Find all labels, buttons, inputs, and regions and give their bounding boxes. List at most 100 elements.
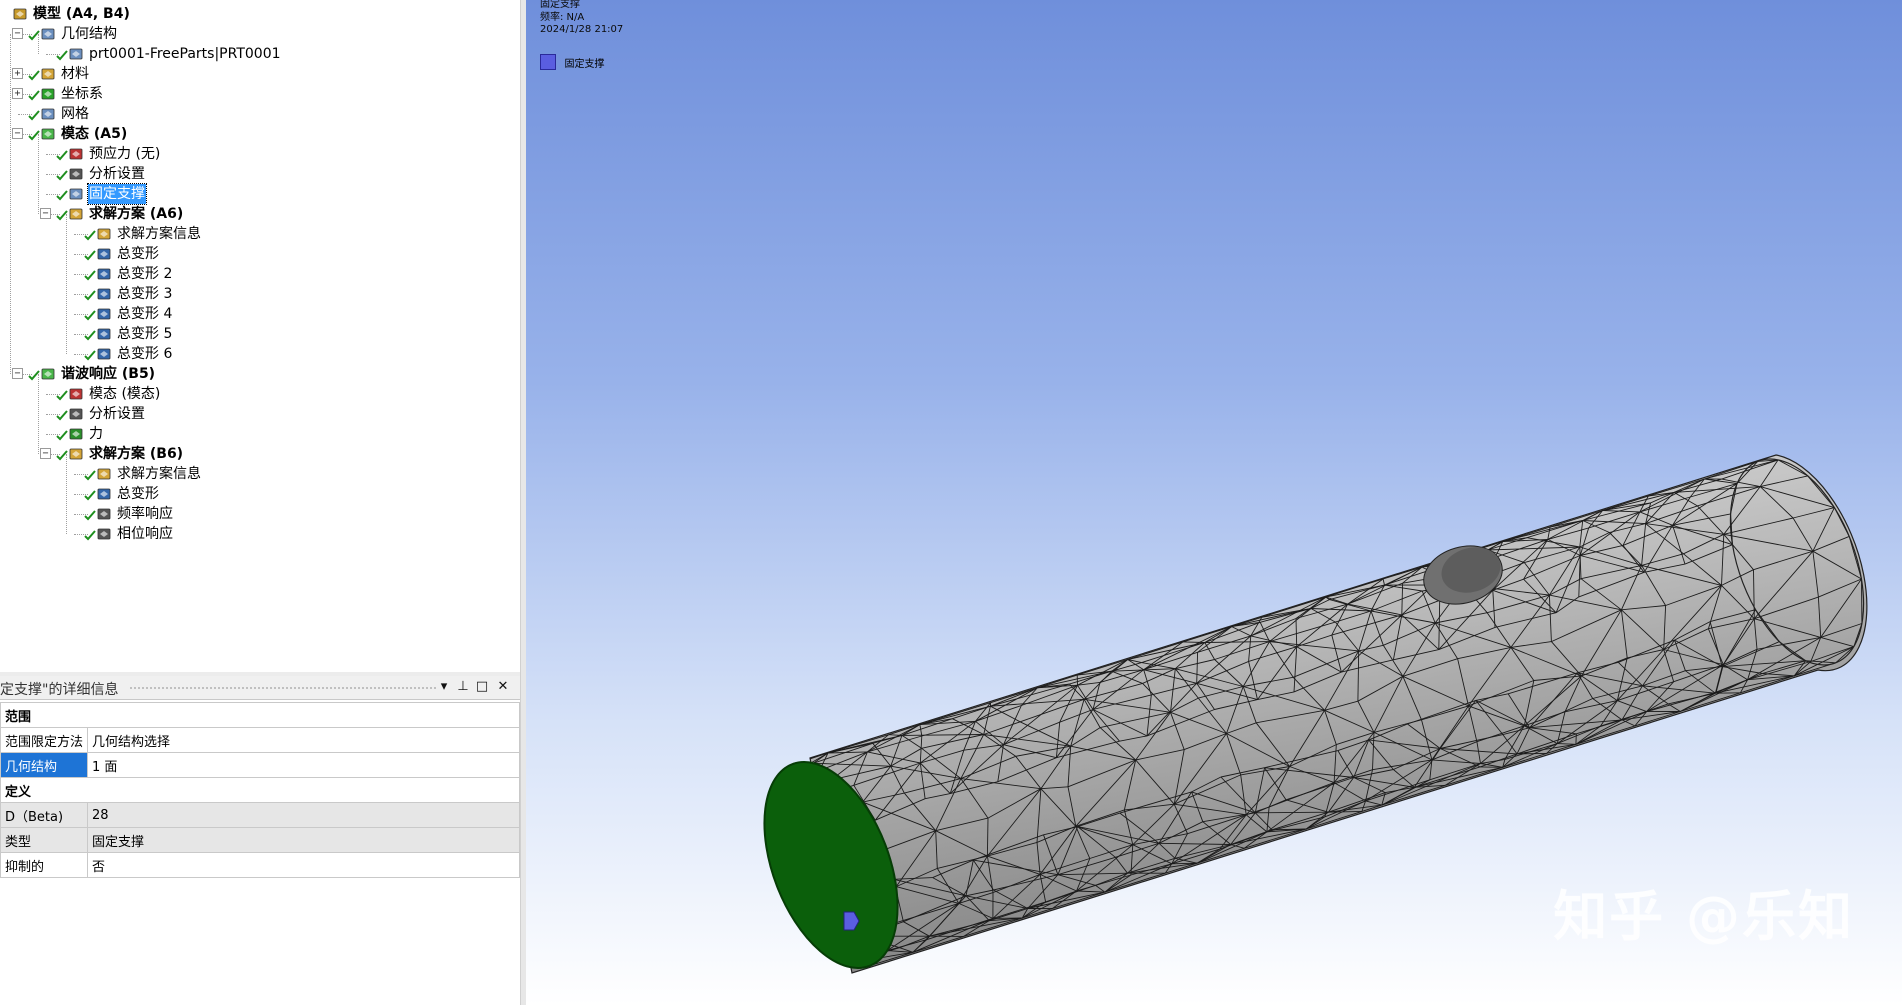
collapse-icon[interactable]: − <box>12 128 23 139</box>
property-value[interactable]: 1 面 <box>87 752 520 778</box>
tree-item[interactable]: 分析设置 <box>0 164 520 184</box>
viewport-frequency: 频率: N/A <box>540 12 585 23</box>
close-icon[interactable]: ✕ <box>495 679 511 695</box>
tree-item[interactable]: 模态 (模态) <box>0 384 520 404</box>
collapse-icon[interactable]: − <box>12 28 23 39</box>
tree-item-label: 力 <box>89 426 103 442</box>
dropdown-icon[interactable]: ▾ <box>436 679 452 695</box>
tree-item-label: 材料 <box>61 66 89 82</box>
tree-item[interactable]: 力 <box>0 424 520 444</box>
status-check-icon <box>56 190 68 201</box>
section-label[interactable]: 定义 <box>0 777 520 803</box>
details-panel: 定支撑"的详细信息 ▾ ⊥ □ ✕ 范围 范围限定方法 几何结构选择 几何结构 1 面定… <box>0 676 520 1005</box>
tree-item-label: 求解方案信息 <box>117 226 201 242</box>
tree-item[interactable]: 总变形 <box>0 484 520 504</box>
model-icon <box>13 8 27 20</box>
tree-item[interactable]: + 坐标系 <box>0 84 520 104</box>
tree-item[interactable]: − 几何结构 <box>0 24 520 44</box>
tree-item[interactable]: + 材料 <box>0 64 520 84</box>
tree-item[interactable]: − 求解方案 (B6) <box>0 444 520 464</box>
property-value[interactable]: 否 <box>87 852 520 878</box>
collapse-icon[interactable]: − <box>40 208 51 219</box>
tree-item[interactable]: − 模态 (A5) <box>0 124 520 144</box>
tree-item-label: 分析设置 <box>89 166 145 182</box>
tree-item[interactable]: 求解方案信息 <box>0 464 520 484</box>
details-row: D（Beta) 28 <box>0 802 520 828</box>
graphics-viewport[interactable]: 固定支撑 频率: N/A 2024/1/28 21:07 固定支撑 知乎 @乐知 <box>526 0 1902 1005</box>
tree-guide-line <box>10 34 11 374</box>
status-check-icon <box>56 410 68 421</box>
tree-item[interactable]: prt0001-FreeParts|PRT0001 <box>0 44 520 64</box>
tree-item-label: 频率响应 <box>117 506 173 522</box>
status-check-icon <box>84 350 96 361</box>
tree-item[interactable]: 频率响应 <box>0 504 520 524</box>
tree-item-label: 分析设置 <box>89 406 145 422</box>
mesh-icon <box>41 108 55 120</box>
tree-item[interactable]: 固定支撑 <box>0 183 520 205</box>
mesh-edge <box>1182 641 1205 643</box>
outline-tree[interactable]: 模型 (A4, B4) − 几何结构 prt0001-FreeParts|PRT000… <box>0 0 520 672</box>
tree-item[interactable]: 网格 <box>0 104 520 124</box>
details-section-header: 范围 <box>0 702 520 728</box>
status-check-icon <box>84 250 96 261</box>
status-check-icon <box>56 150 68 161</box>
tree-item[interactable]: − 谐波响应 (B5) <box>0 364 520 384</box>
status-check-icon <box>84 470 96 481</box>
tree-item[interactable]: 总变形 6 <box>0 344 520 364</box>
collapse-icon[interactable]: − <box>40 448 51 459</box>
tree-item-label: 模态 (模态) <box>89 386 161 402</box>
tree-item[interactable]: 模型 (A4, B4) <box>0 4 520 24</box>
tree-item[interactable]: 求解方案信息 <box>0 224 520 244</box>
tree-item[interactable]: 总变形 <box>0 244 520 264</box>
property-name[interactable]: 抑制的 <box>0 852 89 878</box>
tree-item-label: 总变形 5 <box>117 326 173 342</box>
property-value[interactable]: 固定支撑 <box>87 827 520 853</box>
tree-item-label: 求解方案 (A6) <box>89 206 184 222</box>
tree-item[interactable]: 总变形 3 <box>0 284 520 304</box>
tree-item[interactable]: 总变形 2 <box>0 264 520 284</box>
tree-item-label: 固定支撑 <box>87 183 147 205</box>
legend-label: 固定支撑 <box>564 58 605 70</box>
force-icon <box>69 428 83 440</box>
tree-guide-line <box>66 454 67 534</box>
tree-guide-line <box>38 34 39 54</box>
expand-icon[interactable]: + <box>12 68 23 79</box>
property-value[interactable]: 28 <box>87 802 520 828</box>
tree-item-label: 模型 (A4, B4) <box>33 6 130 22</box>
tree-item[interactable]: 总变形 5 <box>0 324 520 344</box>
solution-icon <box>69 448 83 460</box>
expand-icon[interactable]: + <box>12 88 23 99</box>
pin-icon[interactable]: ⊥ <box>455 679 471 695</box>
analysis-settings-icon <box>69 408 83 420</box>
status-check-icon <box>56 50 68 61</box>
status-check-icon <box>28 90 40 101</box>
tree-item-label: 总变形 4 <box>117 306 173 322</box>
frequency-response-icon <box>97 508 111 520</box>
total-deformation-icon <box>97 308 111 320</box>
section-label[interactable]: 范围 <box>0 702 520 728</box>
tree-item-label: 坐标系 <box>61 86 103 102</box>
tree-item-label: 谐波响应 (B5) <box>61 366 156 382</box>
tree-item[interactable]: − 求解方案 (A6) <box>0 204 520 224</box>
tree-item[interactable]: 总变形 4 <box>0 304 520 324</box>
coordinate-systems-icon <box>41 88 55 100</box>
status-check-icon <box>84 510 96 521</box>
property-name[interactable]: 类型 <box>0 827 89 853</box>
collapse-icon[interactable]: − <box>12 368 23 379</box>
total-deformation-icon <box>97 328 111 340</box>
property-name[interactable]: 范围限定方法 <box>0 727 89 753</box>
property-name[interactable]: D（Beta) <box>0 802 89 828</box>
total-deformation-icon <box>97 488 111 500</box>
details-panel-title: 定支撑"的详细信息 <box>0 682 119 698</box>
tree-item[interactable]: 分析设置 <box>0 404 520 424</box>
maximize-icon[interactable]: □ <box>474 679 490 695</box>
tree-guide-line <box>38 374 39 454</box>
meshed-cylinder-model[interactable] <box>526 0 1902 1005</box>
total-deformation-icon <box>97 348 111 360</box>
tree-item-label: 总变形 2 <box>117 266 173 282</box>
tree-item-label: 总变形 6 <box>117 346 173 362</box>
property-value[interactable]: 几何结构选择 <box>87 727 520 753</box>
tree-item[interactable]: 相位响应 <box>0 524 520 544</box>
property-name[interactable]: 几何结构 <box>0 752 89 778</box>
tree-item[interactable]: 预应力 (无) <box>0 144 520 164</box>
